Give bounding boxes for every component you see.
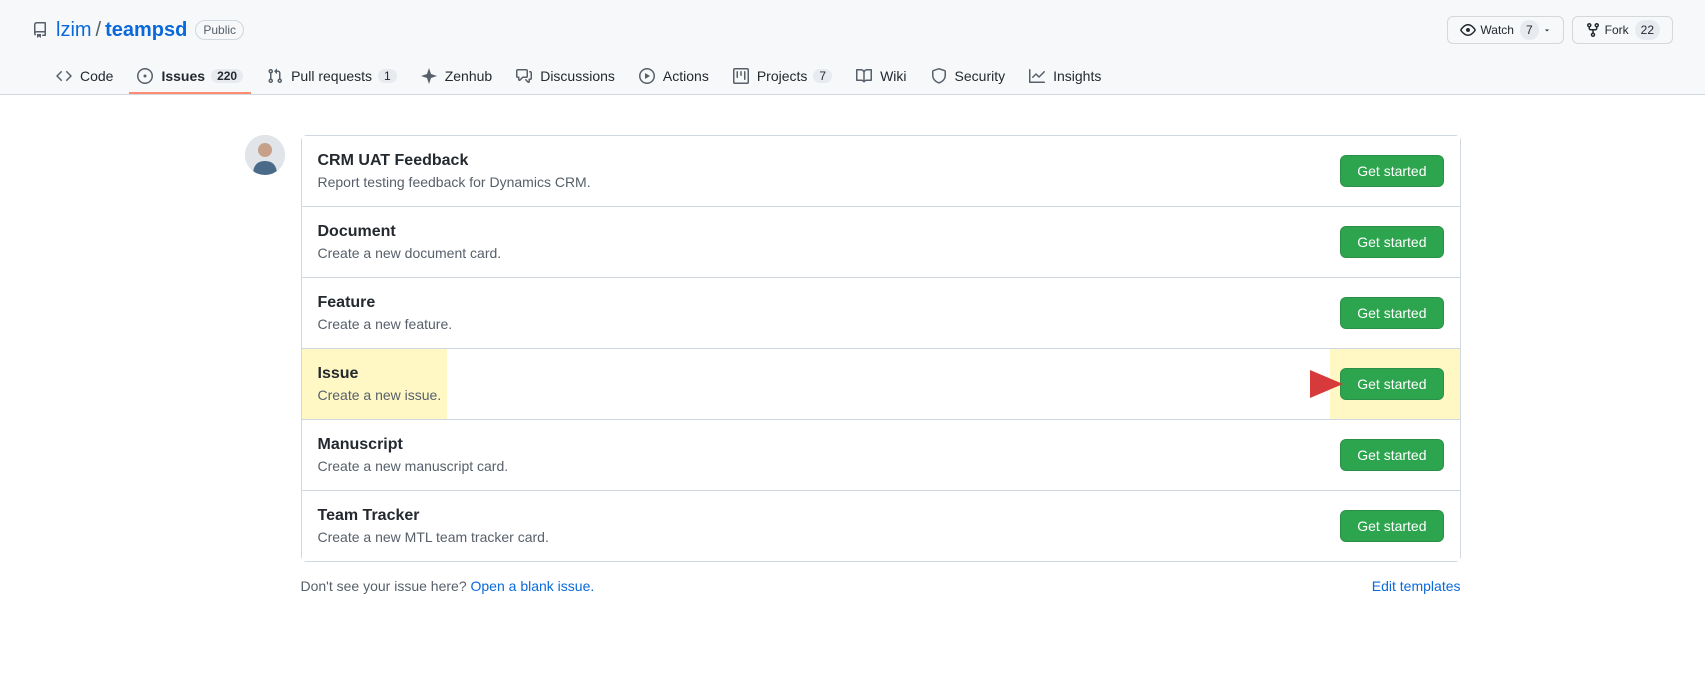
edit-templates-link[interactable]: Edit templates (1372, 578, 1461, 594)
watch-count: 7 (1520, 20, 1539, 40)
avatar-column (245, 135, 301, 594)
tab-label: Projects (757, 68, 808, 84)
template-title: Issue (318, 365, 1341, 383)
actions-icon (639, 68, 655, 84)
template-info: Document Create a new document card. (318, 223, 1341, 261)
template-row: CRM UAT Feedback Report testing feedback … (302, 136, 1460, 207)
tab-zenhub[interactable]: Zenhub (413, 60, 500, 94)
eye-icon (1460, 22, 1476, 38)
content-column: CRM UAT Feedback Report testing feedback … (301, 135, 1461, 594)
repo-icon (32, 22, 48, 38)
tab-label: Zenhub (445, 68, 492, 84)
tab-discussions[interactable]: Discussions (508, 60, 623, 94)
issue-template-list: CRM UAT Feedback Report testing feedback … (301, 135, 1461, 562)
open-blank-issue-link[interactable]: Open a blank issue. (471, 578, 595, 594)
tab-code[interactable]: Code (48, 60, 121, 94)
template-description: Report testing feedback for Dynamics CRM… (318, 174, 1341, 190)
template-title: Document (318, 223, 1341, 241)
caret-down-icon (1543, 26, 1551, 34)
tab-count: 220 (211, 69, 243, 83)
fork-icon (1585, 22, 1601, 38)
path-separator: / (96, 19, 102, 42)
template-title: Manuscript (318, 436, 1341, 454)
tab-wiki[interactable]: Wiki (848, 60, 914, 94)
issues-icon (137, 68, 153, 84)
repo-title-row: lzim / teampsd Public Watch 7 (32, 16, 1673, 60)
get-started-button[interactable]: Get started (1340, 226, 1443, 258)
get-started-button[interactable]: Get started (1340, 439, 1443, 471)
fork-button[interactable]: Fork 22 (1572, 16, 1673, 44)
template-description: Create a new issue. (318, 387, 1341, 403)
tab-pulls[interactable]: Pull requests 1 (259, 60, 405, 94)
template-info: Team Tracker Create a new MTL team tracke… (318, 507, 1341, 545)
repo-actions: Watch 7 Fork 22 (1447, 16, 1673, 44)
template-description: Create a new document card. (318, 245, 1341, 261)
template-description: Create a new feature. (318, 316, 1341, 332)
template-info: CRM UAT Feedback Report testing feedback … (318, 152, 1341, 190)
security-icon (931, 68, 947, 84)
tab-label: Pull requests (291, 68, 372, 84)
insights-icon (1029, 68, 1045, 84)
template-description: Create a new manuscript card. (318, 458, 1341, 474)
fork-count: 22 (1635, 20, 1660, 40)
template-row: Document Create a new document card.Get s… (302, 207, 1460, 278)
repo-tabs: Code Issues 220 Pull requests 1 Zenhub Discuss… (32, 60, 1673, 94)
template-info: Issue Create a new issue. (318, 365, 1341, 403)
repo-header: lzim / teampsd Public Watch 7 (0, 0, 1705, 95)
watch-button[interactable]: Watch 7 (1447, 16, 1563, 44)
template-description: Create a new MTL team tracker card. (318, 529, 1341, 545)
discussions-icon (516, 68, 532, 84)
user-avatar[interactable] (245, 135, 285, 175)
tab-label: Actions (663, 68, 709, 84)
code-icon (56, 68, 72, 84)
wiki-icon (856, 68, 872, 84)
footer-prompt: Don't see your issue here? (301, 578, 471, 594)
get-started-button[interactable]: Get started (1340, 297, 1443, 329)
tab-label: Insights (1053, 68, 1101, 84)
tab-count: 7 (813, 69, 832, 83)
repo-name-link[interactable]: teampsd (105, 19, 187, 42)
template-row: Manuscript Create a new manuscript card.G… (302, 420, 1460, 491)
tab-actions[interactable]: Actions (631, 60, 717, 94)
template-title: Feature (318, 294, 1341, 312)
get-started-button[interactable]: Get started (1340, 155, 1443, 187)
tab-label: Wiki (880, 68, 906, 84)
tab-security[interactable]: Security (923, 60, 1014, 94)
watch-label: Watch (1480, 20, 1514, 40)
get-started-button[interactable]: Get started (1340, 510, 1443, 542)
tab-label: Code (80, 68, 113, 84)
template-title: Team Tracker (318, 507, 1341, 525)
fork-label: Fork (1605, 20, 1629, 40)
template-row: Team Tracker Create a new MTL team tracke… (302, 491, 1460, 561)
template-info: Feature Create a new feature. (318, 294, 1341, 332)
main-content: CRM UAT Feedback Report testing feedback … (213, 95, 1493, 634)
pulls-icon (267, 68, 283, 84)
tab-issues[interactable]: Issues 220 (129, 60, 251, 94)
template-row: Issue Create a new issue.Get started (302, 349, 1460, 420)
template-footer: Don't see your issue here? Open a blank … (301, 578, 1461, 594)
repo-owner-link[interactable]: lzim (56, 19, 92, 42)
template-row: Feature Create a new feature.Get started (302, 278, 1460, 349)
tab-insights[interactable]: Insights (1021, 60, 1109, 94)
template-title: CRM UAT Feedback (318, 152, 1341, 170)
projects-icon (733, 68, 749, 84)
tab-projects[interactable]: Projects 7 (725, 60, 840, 94)
template-info: Manuscript Create a new manuscript card. (318, 436, 1341, 474)
tab-count: 1 (378, 69, 397, 83)
repo-visibility-badge: Public (195, 20, 244, 40)
zenhub-icon (421, 68, 437, 84)
get-started-button[interactable]: Get started (1340, 368, 1443, 400)
tab-label: Security (955, 68, 1006, 84)
tab-label: Issues (161, 68, 205, 84)
tab-label: Discussions (540, 68, 615, 84)
